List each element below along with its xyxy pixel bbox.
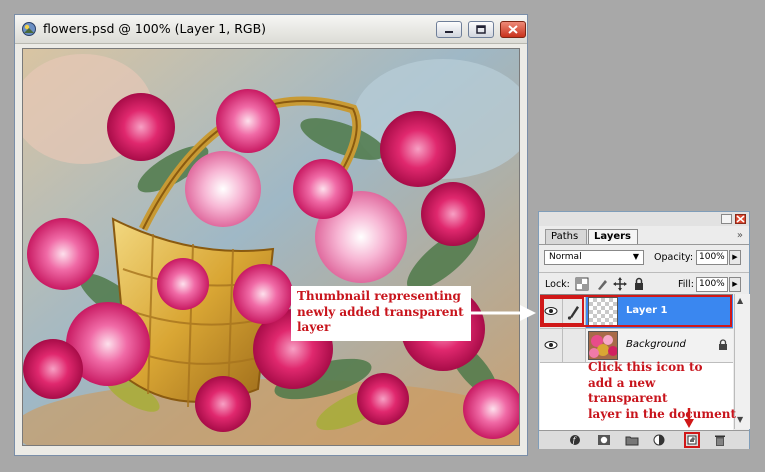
flower-basket-painting (23, 49, 519, 445)
tab-paths[interactable]: Paths (545, 229, 587, 244)
brush-icon (567, 306, 579, 320)
scroll-up-icon[interactable]: ▲ (737, 296, 743, 305)
palette-minimize-button[interactable] (721, 214, 732, 224)
palette-menu-arrow-icon[interactable]: » (737, 230, 743, 241)
instruction-line-2: add a new transparent (588, 375, 668, 406)
opacity-slider-arrow-icon[interactable]: ▶ (729, 250, 741, 265)
blend-mode-select[interactable]: Normal ▼ (544, 250, 644, 265)
layer-style-icon[interactable]: f (569, 433, 583, 447)
new-layer-instruction: Click this icon to add a new transparent… (588, 360, 738, 422)
document-canvas[interactable] (22, 48, 520, 446)
divider (539, 272, 749, 273)
thumbnail-callout: Thumbnail representing newly added trans… (291, 286, 471, 341)
layer-options: Normal ▼ Opacity: 100% ▶ Lock: Fill: 100… (539, 244, 749, 297)
eye-icon (544, 341, 558, 349)
layer-thumbnail-flowers (588, 331, 618, 360)
instruction-line-1: Click this icon to (588, 360, 703, 374)
document-window: flowers.psd @ 100% (Layer 1, RGB) (14, 14, 528, 456)
layer-row-layer-1[interactable]: Layer 1 (540, 295, 733, 329)
palette-title-bar[interactable] (539, 212, 749, 226)
layer-visibility-toggle[interactable] (540, 295, 563, 328)
document-title-bar[interactable]: flowers.psd @ 100% (Layer 1, RGB) (15, 15, 527, 44)
close-icon (508, 25, 518, 34)
photoshop-document-icon (22, 22, 36, 36)
layer-name: Layer 1 (626, 305, 668, 316)
instruction-line-3: layer in the document (588, 406, 737, 421)
fill-slider-arrow-icon[interactable]: ▶ (729, 277, 741, 292)
flowers-thumbnail-image (589, 332, 617, 359)
layer-edit-indicator[interactable] (563, 295, 586, 328)
minimize-button[interactable] (436, 21, 462, 38)
fill-field[interactable]: 100% (696, 277, 728, 292)
new-layer-icon[interactable] (685, 433, 699, 447)
opacity-field[interactable]: 100% (696, 250, 728, 265)
lock-label: Lock: (545, 279, 570, 290)
document-title: flowers.psd @ 100% (Layer 1, RGB) (43, 21, 267, 36)
trash-icon[interactable] (713, 433, 727, 447)
layer-name: Background (626, 339, 686, 350)
close-icon (736, 215, 745, 223)
layer-mask-icon[interactable] (597, 433, 611, 447)
layers-bottom-toolbar: f (539, 430, 749, 449)
layer-row-background[interactable]: Background (540, 329, 733, 363)
fill-label: Fill: (678, 279, 694, 290)
lock-image-pixels-icon[interactable] (595, 277, 609, 291)
opacity-label: Opacity: (654, 252, 694, 263)
layer-visibility-toggle[interactable] (540, 329, 563, 362)
new-group-folder-icon[interactable] (625, 433, 639, 447)
layer-edit-indicator[interactable] (563, 329, 586, 362)
chevron-down-icon: ▼ (632, 252, 639, 261)
maximize-button[interactable] (468, 21, 494, 38)
lock-all-icon[interactable] (632, 277, 646, 291)
blend-mode-value: Normal (549, 252, 582, 262)
close-button[interactable] (500, 21, 526, 38)
minimize-icon (445, 31, 453, 33)
eye-icon (544, 307, 558, 315)
callout-line-2: newly added transparent (297, 304, 464, 319)
adjustment-layer-icon[interactable] (653, 433, 667, 447)
lock-position-icon[interactable] (613, 277, 627, 291)
lock-transparent-pixels-icon[interactable] (575, 277, 589, 291)
lock-icon (719, 339, 727, 350)
layer-thumbnail-transparent (588, 297, 618, 326)
callout-line-1: Thumbnail representing (297, 289, 461, 303)
maximize-icon (476, 25, 486, 34)
palette-close-button[interactable] (735, 214, 746, 224)
tab-layers[interactable]: Layers (588, 229, 638, 244)
callout-line-3: layer (297, 320, 331, 334)
